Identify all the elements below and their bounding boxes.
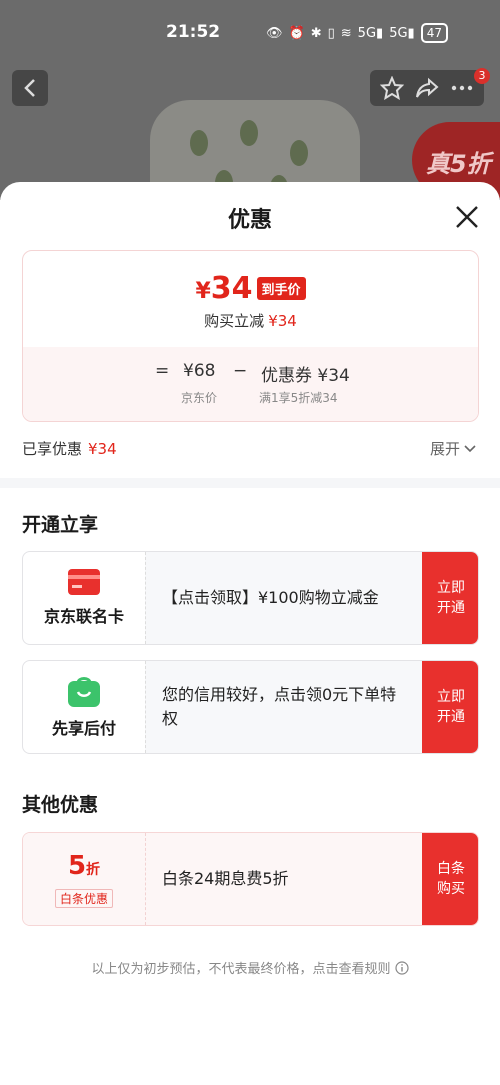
price-breakdown: = ¥68 − 优惠券 ¥34 京东价 满1享5折减34 xyxy=(23,347,478,421)
offer-baitiao[interactable]: 5折 白条优惠 白条24期息费5折 白条 购买 xyxy=(22,832,479,926)
close-icon[interactable] xyxy=(452,202,482,232)
more-icon[interactable] xyxy=(450,76,474,100)
star-icon[interactable] xyxy=(379,76,404,100)
expand-button[interactable]: 展开 xyxy=(430,438,476,459)
expand-label: 展开 xyxy=(430,440,461,458)
share-icon[interactable] xyxy=(415,76,439,100)
rules-note[interactable]: 以上仅为初步预估，不代表最终价格，点击查看规则 xyxy=(0,958,500,977)
offer-pay-later[interactable]: 先享后付 您的信用较好，点击领0元下单特权 立即 开通 xyxy=(22,660,479,754)
alarm-icon: ⏰ xyxy=(288,25,305,41)
instant-reduce-line: 购买立减 ¥34 xyxy=(204,312,297,330)
offer-desc: 【点击领取】¥100购物立减金 xyxy=(162,588,379,607)
status-bar: 21:52 👁 ⏰ ✱ ▯ ≋ 5G▮ 5G▮ 47 xyxy=(0,22,500,46)
vibrate-icon: ▯ xyxy=(327,25,335,41)
baitiao-tag: 白条优惠 xyxy=(54,888,113,908)
notification-badge: 3 xyxy=(474,68,490,84)
discount-value: 5折 xyxy=(67,850,101,881)
section-title-open: 开通立享 xyxy=(22,514,99,536)
open-now-button[interactable]: 立即 开通 xyxy=(422,661,478,753)
offer-joint-card[interactable]: 京东联名卡 【点击领取】¥100购物立减金 立即 开通 xyxy=(22,551,479,645)
coupon-amount: 优惠券 ¥34 xyxy=(261,366,350,386)
top-actions xyxy=(370,70,484,106)
shopping-bag-icon xyxy=(68,677,100,707)
back-button[interactable] xyxy=(12,70,48,106)
open-now-button[interactable]: 立即 开通 xyxy=(422,552,478,644)
equals-sign: = xyxy=(155,361,170,381)
enjoyed-discount: 已享优惠 ¥34 xyxy=(22,440,117,458)
battery-icon: 47 xyxy=(420,23,448,43)
signal-icon-1: 5G▮ xyxy=(357,25,384,41)
original-price-caption: 京东价 xyxy=(181,391,218,405)
credit-card-icon xyxy=(68,569,100,595)
bluetooth-icon: ✱ xyxy=(310,25,322,41)
baitiao-buy-button[interactable]: 白条 购买 xyxy=(422,833,478,925)
minus-sign: − xyxy=(233,361,248,381)
status-time: 21:52 xyxy=(166,22,221,42)
price-card: ¥34 到手价 购买立减 ¥34 = ¥68 − 优惠券 ¥34 京东价 满1享5折… xyxy=(22,250,479,422)
signal-icon-2: 5G▮ xyxy=(389,25,415,41)
eye-icon: 👁 xyxy=(266,25,283,41)
original-price: ¥68 xyxy=(183,361,216,381)
section-title-other: 其他优惠 xyxy=(22,794,99,816)
section-divider xyxy=(0,478,500,488)
background-page: 21:52 👁 ⏰ ✱ ▯ ≋ 5G▮ 5G▮ 47 3 真5折 xyxy=(0,0,500,200)
sheet-title: 优惠 xyxy=(227,208,272,233)
final-price-tag: 到手价 xyxy=(256,277,306,300)
offer-desc: 您的信用较好，点击领0元下单特权 xyxy=(162,685,397,728)
offer-label: 先享后付 xyxy=(51,719,116,738)
wifi-icon: ≋ xyxy=(340,25,352,41)
chevron-down-icon xyxy=(464,444,476,452)
final-price: ¥34 xyxy=(195,271,253,306)
info-icon xyxy=(394,960,409,975)
offer-label: 京东联名卡 xyxy=(43,607,124,626)
coupon-caption: 满1享5折减34 xyxy=(259,391,338,405)
discount-sheet: 优惠 ¥34 到手价 购买立减 ¥34 = ¥68 − 优惠券 ¥34 京东价 满1… xyxy=(0,182,500,1085)
offer-desc: 白条24期息费5折 xyxy=(162,869,289,888)
chevron-left-icon xyxy=(24,79,35,97)
rules-note-text: 以上仅为初步预估，不代表最终价格，点击查看规则 xyxy=(91,962,391,977)
